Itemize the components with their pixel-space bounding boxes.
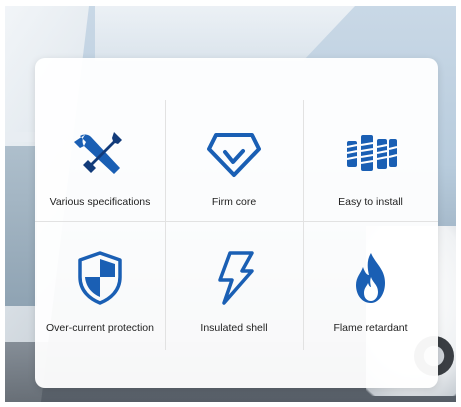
feature-firm-core: Firm core [165, 58, 303, 220]
feature-various-specifications: Various specifications [35, 58, 165, 220]
feature-insulated-shell: Insulated shell [165, 220, 303, 388]
feature-easy-to-install: Easy to install [303, 58, 438, 220]
feature-label: Various specifications [49, 196, 151, 208]
feature-label: Insulated shell [200, 322, 268, 334]
building-glass [5, 146, 37, 306]
feature-flame-retardant: Flame retardant [303, 220, 438, 388]
feature-label: Firm core [211, 196, 257, 208]
flame-icon [341, 248, 401, 308]
bolts-screws-icon [341, 124, 401, 184]
feature-label: Over-current protection [46, 322, 154, 334]
gem-check-icon [204, 124, 264, 184]
feature-label: Easy to install [338, 196, 403, 208]
building-canopy [95, 6, 355, 61]
feature-grid: Various specifications Firm core Easy to… [35, 58, 438, 388]
feature-panel: Various specifications Firm core Easy to… [35, 58, 438, 388]
shield-icon [70, 248, 130, 308]
wrench-screwdriver-icon [70, 124, 130, 184]
feature-label: Flame retardant [333, 322, 408, 334]
feature-over-current-protection: Over-current protection [35, 220, 165, 388]
lightning-icon [204, 248, 264, 308]
